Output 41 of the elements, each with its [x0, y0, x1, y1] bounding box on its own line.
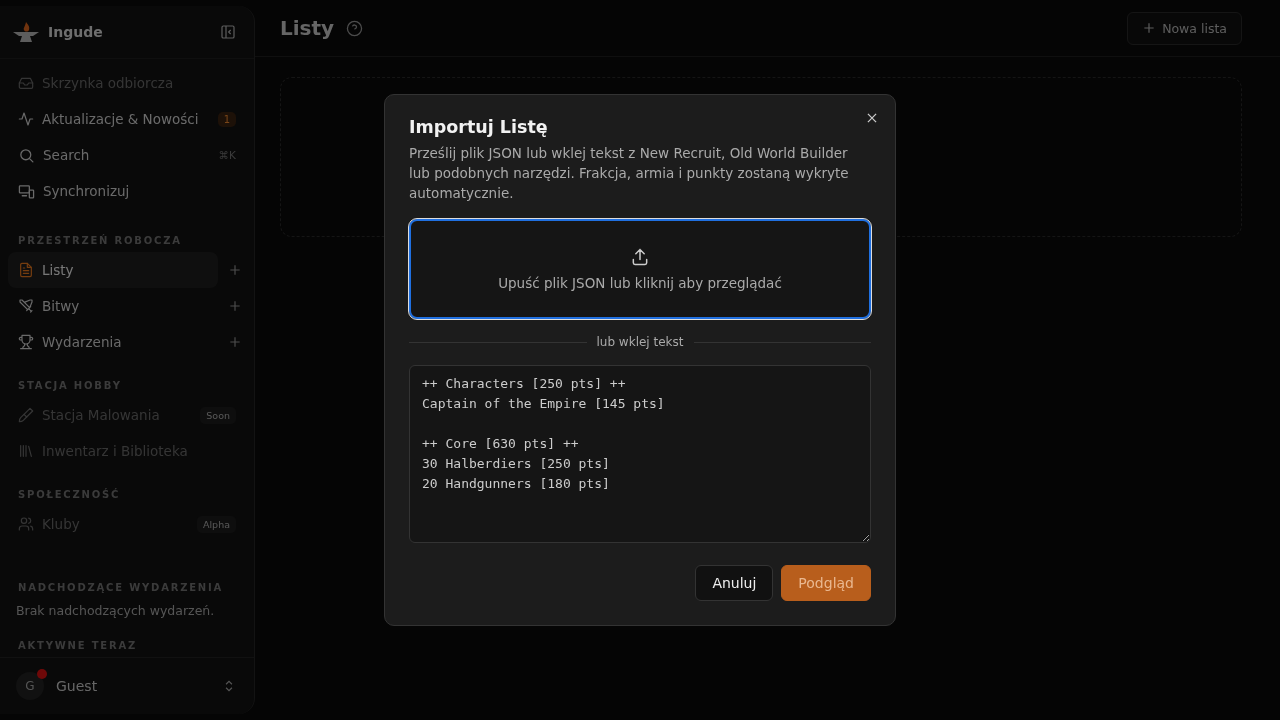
user-name: Guest	[56, 678, 99, 694]
plus-icon	[228, 335, 242, 349]
file-drop-zone[interactable]: Upuść plik JSON lub kliknij aby przeglądać	[409, 219, 871, 319]
notification-dot	[37, 669, 47, 679]
sidebar-item[interactable]: Aktualizacje & Nowości 1	[8, 101, 246, 137]
divider-label: lub wklej tekst	[596, 335, 684, 349]
status-tag: Alpha	[197, 515, 236, 533]
brush-icon	[18, 407, 34, 423]
search-icon	[18, 146, 35, 164]
sidebar-item[interactable]: Listy	[8, 252, 218, 288]
sidebar-item[interactable]: Bitwy	[8, 288, 218, 324]
cancel-button[interactable]: Anuluj	[695, 565, 774, 601]
plus-icon	[228, 299, 242, 313]
dialog-title: Importuj Listę	[409, 117, 549, 137]
document-icon	[18, 262, 34, 278]
close-button[interactable]	[865, 111, 879, 125]
users-icon	[18, 516, 34, 532]
library-icon	[18, 443, 34, 459]
devices-icon	[18, 182, 35, 200]
activity-icon	[18, 111, 34, 127]
preview-button[interactable]: Podgląd	[781, 565, 871, 601]
empty-message: Brak nadchodzących wydarzeń.	[15, 602, 216, 620]
crossed-swords-icon	[18, 298, 34, 314]
plus-icon	[1142, 21, 1157, 35]
brand-name: Ingude	[48, 24, 104, 40]
collapse-sidebar-button[interactable]	[220, 24, 236, 40]
help-icon[interactable]	[346, 19, 364, 37]
trophy-icon	[18, 334, 34, 350]
plus-icon	[228, 263, 242, 277]
text-input-area[interactable]: ++ Characters [250 pts] ++ Captain of the Empire [145 pts] ++ Core [630 pts] ++ 30 Halberdiers [250 pts] 20 Handgunners [180 pts]	[409, 365, 871, 543]
sidebar-item[interactable]: Synchronizuj	[8, 173, 246, 209]
new-list-button[interactable]: Nowa lista	[1127, 11, 1242, 45]
user-avatar[interactable]: G	[16, 672, 44, 700]
dialog-description: Prześlij plik JSON lub wklej tekst z New Recruit, Old World Builder lub podobnych narzędzi. Frakcja, armia i punkty zostaną wykryte automatycznie.	[409, 144, 850, 203]
upload-icon	[630, 247, 650, 267]
count-badge: 1	[217, 111, 236, 127]
status-tag: Soon	[200, 406, 236, 424]
page-title: Listy	[280, 16, 335, 40]
sidebar-item[interactable]: Wydarzenia	[8, 324, 218, 360]
inbox-icon	[18, 75, 34, 91]
anvil-flame-logo-icon	[12, 20, 40, 44]
